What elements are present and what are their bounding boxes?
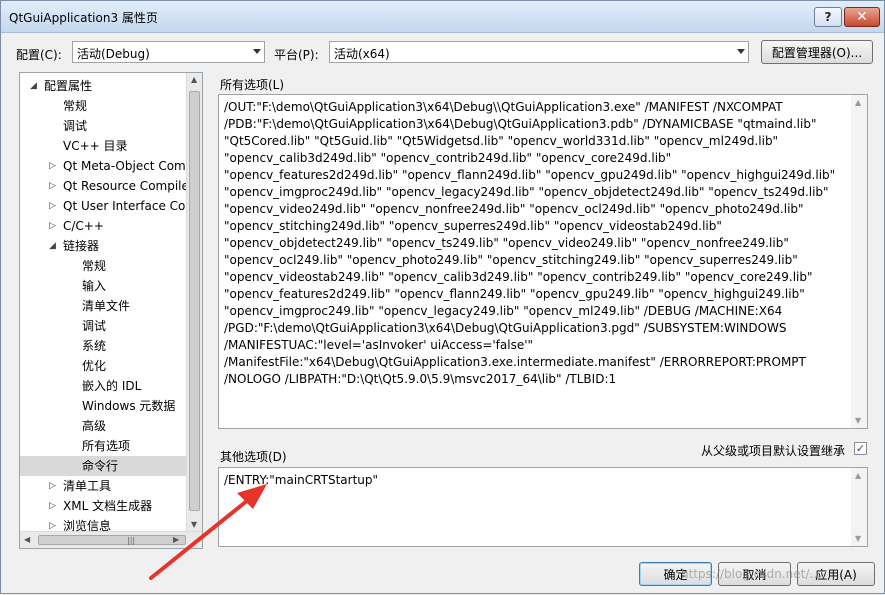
collapsed-triangle-icon[interactable]: ▷	[49, 216, 56, 236]
tree-item-label: 命令行	[82, 459, 119, 473]
tree-item[interactable]: 优化	[20, 356, 186, 376]
tree-item[interactable]: 清单文件	[20, 296, 186, 316]
collapsed-triangle-icon[interactable]: ▷	[49, 196, 56, 216]
platform-label: 平台(P):	[274, 48, 319, 62]
tree-item[interactable]: ◢ 链接器	[20, 236, 186, 256]
tree-item-label: 常规	[63, 99, 88, 113]
window-title: QtGuiApplication3 属性页	[9, 11, 158, 25]
title-bar[interactable]: QtGuiApplication3 属性页 ? ✕	[1, 1, 884, 33]
tree-item-label: 链接器	[63, 239, 100, 253]
other-options-textbox[interactable]: /ENTRY:"mainCRTStartup" ▲ ▼	[218, 467, 868, 547]
tree-item-label: C/C++	[63, 219, 104, 233]
tree-item-label: 所有选项	[82, 439, 131, 453]
tree-item-label: 优化	[82, 359, 107, 373]
tree-item-label: Qt Meta-Object Com	[63, 159, 186, 173]
tree-item[interactable]: 常规	[20, 256, 186, 276]
scroll-left-icon[interactable]: ◀	[24, 535, 30, 544]
tree-item-label: Qt Resource Compile	[63, 179, 186, 193]
expanded-triangle-icon[interactable]: ◢	[49, 236, 56, 256]
collapsed-triangle-icon[interactable]: ▷	[49, 176, 56, 196]
tree-item[interactable]: 调试	[20, 116, 186, 136]
tree-item-label: 清单工具	[63, 479, 112, 493]
tree-item[interactable]: Windows 元数据	[20, 396, 186, 416]
collapsed-triangle-icon[interactable]: ▷	[49, 496, 56, 516]
tree-item[interactable]: ▷ 清单工具	[20, 476, 186, 496]
tree-item[interactable]: ▷ Qt User Interface Cor	[20, 196, 186, 216]
property-tree: ◢ 配置属性 常规 调试 VC++ 目录 ▷ Qt Meta-Object Com ▷ Qt R…	[19, 72, 203, 549]
scroll-down-icon[interactable]: ▼	[191, 520, 197, 529]
help-button[interactable]: ?	[814, 7, 842, 27]
inherit-label: 从父级或项目默认设置继承	[701, 444, 846, 458]
tree-item-label: 调试	[82, 319, 107, 333]
expanded-triangle-icon[interactable]: ◢	[30, 76, 37, 96]
tree-horizontal-scrollbar[interactable]: ◀ ||| ▶	[20, 531, 202, 548]
collapsed-triangle-icon[interactable]: ▷	[49, 156, 56, 176]
tree-item[interactable]: 高级	[20, 416, 186, 436]
tree-item[interactable]: ▷ Qt Meta-Object Com	[20, 156, 186, 176]
tree-item[interactable]: 命令行	[20, 456, 186, 476]
tree-item-label: 调试	[63, 119, 88, 133]
close-icon: ✕	[856, 9, 868, 25]
help-icon: ?	[824, 10, 832, 24]
tree-item-label: Windows 元数据	[82, 399, 176, 413]
chevron-down-icon	[253, 49, 261, 54]
all-options-textbox[interactable]: /OUT:"F:\demo\QtGuiApplication3\x64\Debu…	[218, 94, 868, 429]
tree-item[interactable]: ◢ 配置属性	[20, 76, 186, 96]
other-options-scrollbar[interactable]: ▲ ▼	[851, 468, 867, 546]
tree-item-label: 系统	[82, 339, 107, 353]
all-options-label: 所有选项(L)	[220, 78, 285, 92]
tree-item[interactable]: 系统	[20, 336, 186, 356]
scroll-up-icon[interactable]: ▲	[855, 98, 861, 107]
scroll-down-icon[interactable]: ▼	[855, 534, 861, 543]
scroll-down-icon[interactable]: ▼	[855, 416, 861, 425]
config-value: 活动(Debug)	[77, 47, 150, 61]
tree-item[interactable]: 输入	[20, 276, 186, 296]
tree-item-label: 嵌入的 IDL	[82, 379, 142, 393]
config-manager-button[interactable]: 配置管理器(O)...	[761, 40, 873, 64]
scrollbar-thumb[interactable]	[189, 91, 200, 511]
tree-item[interactable]: ▷ C/C++	[20, 216, 186, 236]
tree-item[interactable]: 嵌入的 IDL	[20, 376, 186, 396]
scroll-up-icon[interactable]: ▲	[191, 75, 197, 84]
tree-item-label: 清单文件	[82, 299, 131, 313]
property-pages-dialog: QtGuiApplication3 属性页 ? ✕ 配置(C): 活动(Debu…	[0, 0, 885, 594]
other-options-label: 其他选项(D)	[220, 450, 287, 464]
other-options-value: /ENTRY:"mainCRTStartup"	[224, 473, 379, 487]
tree-item-label: 输入	[82, 279, 107, 293]
platform-dropdown[interactable]: 活动(x64)	[329, 41, 749, 63]
tree-item-label: 配置属性	[44, 79, 93, 93]
tree-item-label: 高级	[82, 419, 107, 433]
watermark: https://blog.csdn.net/...	[681, 567, 821, 581]
tree-item[interactable]: 常规	[20, 96, 186, 116]
tree-item[interactable]: 所有选项	[20, 436, 186, 456]
config-label: 配置(C):	[16, 48, 62, 62]
scroll-up-icon[interactable]: ▲	[855, 471, 861, 480]
inherit-checkbox[interactable]: ✓	[854, 442, 867, 455]
tree-item[interactable]: 调试	[20, 316, 186, 336]
config-dropdown[interactable]: 活动(Debug)	[72, 41, 265, 63]
all-options-text: /OUT:"F:\demo\QtGuiApplication3\x64\Debu…	[224, 100, 840, 386]
tree-item[interactable]: VC++ 目录	[20, 136, 186, 156]
grip-icon: |||	[127, 536, 136, 545]
tree-item[interactable]: ▷ XML 文档生成器	[20, 496, 186, 516]
tree-item-label: XML 文档生成器	[63, 499, 153, 513]
tree-vertical-scrollbar[interactable]: ▲ ▼	[186, 73, 202, 531]
collapsed-triangle-icon[interactable]: ▷	[49, 476, 56, 496]
tree-item[interactable]: ▷ Qt Resource Compile	[20, 176, 186, 196]
platform-value: 活动(x64)	[334, 47, 390, 61]
scrollbar-thumb[interactable]: |||	[38, 535, 186, 545]
tree-item-label: Qt User Interface Cor	[63, 199, 186, 213]
close-button[interactable]: ✕	[844, 7, 880, 27]
all-options-scrollbar[interactable]: ▲ ▼	[851, 95, 867, 428]
chevron-down-icon	[737, 49, 745, 54]
tree-item-label: VC++ 目录	[63, 139, 128, 153]
scroll-right-icon[interactable]: ▶	[173, 535, 179, 544]
tree-item-label: 常规	[82, 259, 107, 273]
